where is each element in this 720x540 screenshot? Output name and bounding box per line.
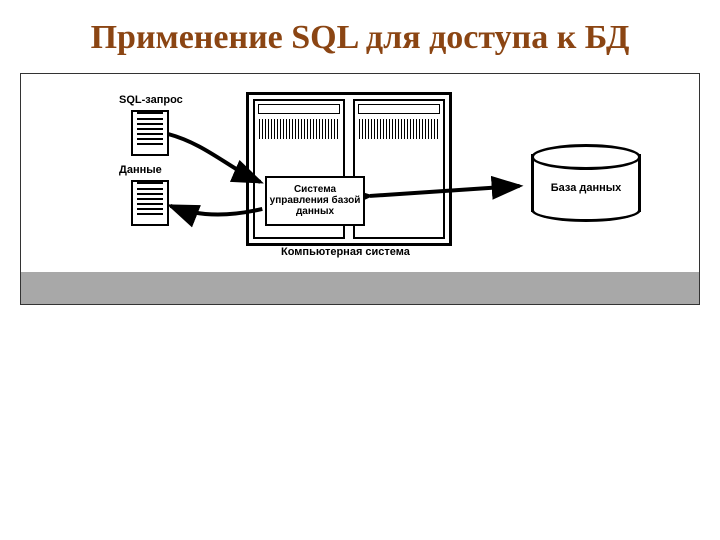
data-result-icon [131, 180, 169, 226]
database-icon: База данных [531, 144, 641, 222]
page-title: Применение SQL для доступа к БД [0, 0, 720, 69]
database-label: База данных [531, 182, 641, 194]
dbms-label: Система управления базой данных [267, 184, 363, 217]
sql-query-icon [131, 110, 169, 156]
diagram-canvas: SQL-запрос Данные Система управления баз… [21, 74, 699, 272]
data-label: Данные [119, 164, 162, 176]
dbms-box: Система управления базой данных [265, 176, 365, 226]
sql-query-label: SQL-запрос [119, 94, 183, 106]
diagram-frame: SQL-запрос Данные Система управления баз… [20, 73, 700, 305]
footer-bar [21, 272, 699, 304]
computer-system-label: Компьютерная система [281, 246, 410, 258]
